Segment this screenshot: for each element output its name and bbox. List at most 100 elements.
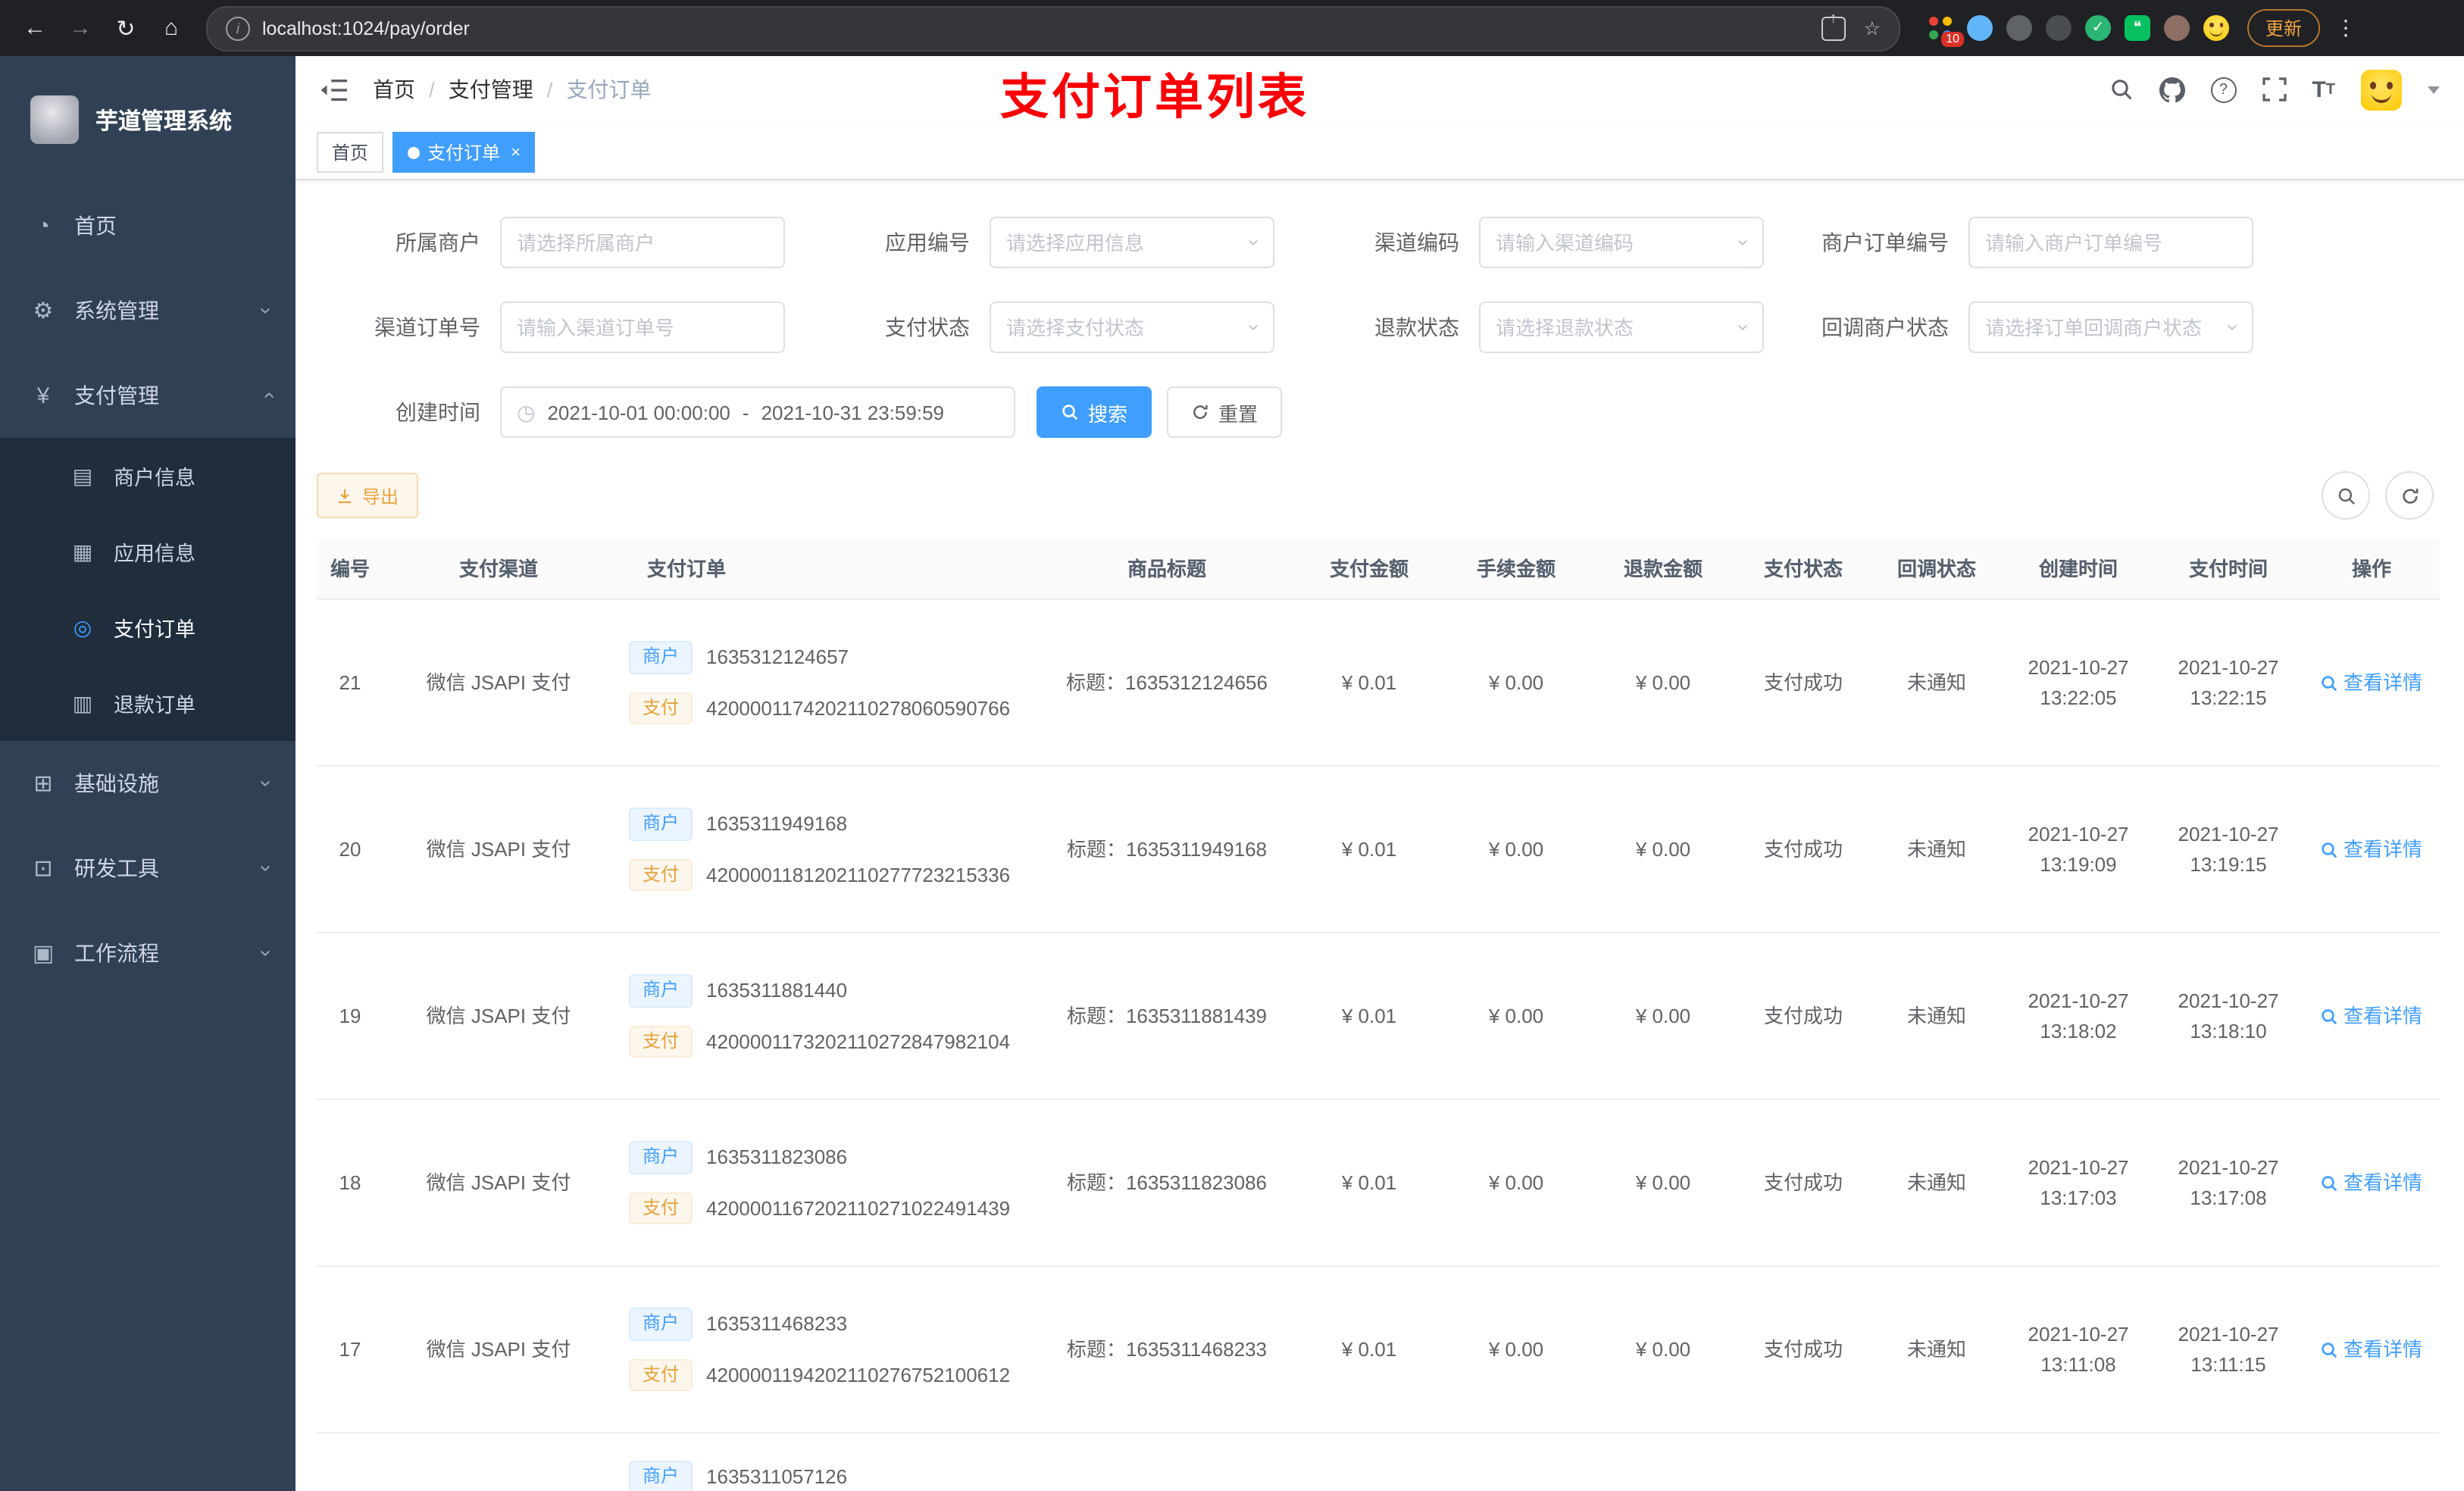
address-bar[interactable]: i localhost:1024/pay/order ↑ ☆ — [206, 5, 1900, 51]
cell-pay-time: 2021-10-27 13:18:10 — [2178, 989, 2279, 1042]
sidebar-item-label: 支付管理 — [74, 383, 159, 408]
date-separator: - — [742, 401, 749, 424]
search-button[interactable]: 搜索 — [1037, 386, 1152, 438]
profile-avatar-icon[interactable] — [2203, 15, 2229, 41]
refund-status-input[interactable] — [1496, 316, 1747, 339]
forward-icon[interactable]: → — [61, 8, 100, 48]
user-dropdown-caret[interactable] — [2428, 86, 2440, 93]
browser-menu-icon[interactable]: ⋮ — [2326, 15, 2366, 41]
refresh-table-button[interactable] — [2385, 471, 2434, 520]
extension-pin-icon[interactable] — [2164, 15, 2190, 41]
channel-order-no-field[interactable] — [500, 302, 785, 353]
sidebar-item-label: 退款订单 — [114, 694, 195, 717]
extension-blue-icon[interactable] — [1967, 15, 1993, 41]
column-header: 编号 — [330, 558, 370, 581]
channel-code-select[interactable]: › — [1479, 217, 1764, 268]
cell-action: 查看详情 — [2303, 668, 2440, 698]
extension-dark-icon[interactable] — [2046, 15, 2072, 41]
sidebar-item-app-info[interactable]: ▦ 应用信息 — [0, 514, 295, 589]
date-end[interactable]: 2021-10-31 23:59:59 — [761, 401, 944, 424]
cell-create-time: 2021-10-27 13:17:03 — [2028, 1156, 2129, 1208]
tab-close-icon[interactable]: × — [511, 143, 521, 161]
toggle-search-button[interactable] — [2322, 471, 2370, 520]
app-select[interactable]: › — [990, 217, 1274, 268]
refresh-icon — [2402, 487, 2418, 503]
notify-status-input[interactable] — [1985, 316, 2237, 339]
github-icon[interactable] — [2159, 77, 2185, 102]
breadcrumb-payment[interactable]: 支付管理 — [449, 74, 533, 105]
reload-icon[interactable]: ↻ — [106, 8, 145, 48]
cell-pay-status: 支付成功 — [1763, 670, 1843, 694]
pay-status-input[interactable] — [1006, 316, 1258, 339]
app-select-input[interactable] — [1006, 231, 1258, 254]
sidebar-item-merchant-info[interactable]: ▤ 商户信息 — [0, 438, 295, 514]
breadcrumb-home[interactable]: 首页 — [373, 74, 415, 105]
logo-avatar — [30, 95, 79, 144]
view-detail-link[interactable]: 查看详情 — [2321, 1168, 2422, 1198]
merchant-order-no-input[interactable] — [1985, 231, 2237, 254]
tab-pay-order[interactable]: 支付订单 × — [392, 132, 536, 173]
home-icon[interactable]: ⌂ — [152, 8, 191, 48]
filter-label: 渠道编码 — [1374, 230, 1459, 255]
chevron-down-icon: › — [255, 307, 280, 314]
cell-title: 标题：1635312124656 — [1066, 670, 1268, 694]
bookmark-star-icon[interactable]: ☆ — [1864, 17, 1881, 39]
font-size-icon[interactable]: TT — [2312, 77, 2335, 102]
merchant-order-no-field[interactable] — [1968, 217, 2253, 268]
cell-title: 标题：1635311823086 — [1066, 1171, 1268, 1194]
tab-home[interactable]: 首页 — [317, 132, 384, 173]
cell-action: 查看详情 — [2303, 1168, 2440, 1198]
channel-order-no-input[interactable] — [517, 316, 768, 339]
site-info-icon[interactable]: i — [226, 16, 250, 40]
filter-label: 创建时间 — [396, 400, 480, 424]
filter-label: 回调商户状态 — [1821, 315, 1949, 339]
refund-status-select[interactable]: › — [1479, 302, 1764, 353]
cell-notify-status: 未通知 — [1906, 1337, 1966, 1361]
extension-dots-icon[interactable]: 10 — [1928, 15, 1964, 47]
user-avatar[interactable] — [2361, 69, 2402, 110]
filter-label: 退款状态 — [1374, 315, 1459, 339]
sidebar-item-infra[interactable]: ⊞ 基础设施 › — [0, 741, 295, 826]
reset-button[interactable]: 重置 — [1167, 386, 1283, 438]
filter-pay-status: 支付状态 › — [806, 302, 1296, 353]
column-header: 支付渠道 — [458, 558, 538, 581]
export-button[interactable]: 导出 — [317, 473, 419, 518]
share-icon[interactable]: ↑ — [1821, 10, 1846, 40]
date-range-picker[interactable]: ◷ 2021-10-01 00:00:00 - 2021-10-31 23:59… — [500, 386, 1015, 438]
browser-update-button[interactable]: 更新 — [2247, 9, 2321, 47]
table-row: 19 微信 JSAPI 支付 商户 1635311881440 支付 42000011… — [317, 933, 2440, 1100]
sidebar-item-payment[interactable]: ¥ 支付管理 › — [0, 353, 295, 438]
cell-notify-status: 未通知 — [1906, 837, 1966, 861]
fullscreen-icon[interactable] — [2262, 77, 2287, 102]
merchant-order-no: 1635311949168 — [706, 811, 848, 835]
sidebar-item-system[interactable]: ⚙ 系统管理 › — [0, 268, 295, 353]
notify-status-select[interactable]: › — [1968, 302, 2253, 353]
view-detail-link[interactable]: 查看详情 — [2321, 1335, 2422, 1364]
sidebar-item-refund-order[interactable]: ▥ 退款订单 — [0, 665, 295, 741]
merchant-order-no: 1635311823086 — [706, 1145, 848, 1168]
back-icon[interactable]: ← — [15, 8, 55, 48]
view-detail-link[interactable]: 查看详情 — [2321, 1002, 2422, 1031]
search-icon[interactable] — [2109, 77, 2133, 102]
help-icon[interactable]: ? — [2210, 77, 2237, 102]
date-start[interactable]: 2021-10-01 00:00:00 — [547, 401, 730, 424]
url-text[interactable]: localhost:1024/pay/order — [262, 17, 470, 39]
sidebar-item-workflow[interactable]: ▣ 工作流程 › — [0, 911, 295, 996]
merchant-select[interactable] — [500, 217, 785, 268]
gear-icon: ⚙ — [33, 299, 54, 324]
cell-title: 标题：1635311881439 — [1066, 1004, 1268, 1027]
sidebar-fold-icon[interactable] — [320, 77, 349, 102]
extension-chat-icon[interactable]: ❝ — [2125, 15, 2150, 41]
clock-icon: ◷ — [517, 399, 536, 424]
merchant-select-input[interactable] — [517, 231, 768, 254]
sidebar-item-pay-order[interactable]: ◎ 支付订单 — [0, 589, 295, 665]
view-detail-link[interactable]: 查看详情 — [2321, 668, 2422, 698]
extension-green-check-icon[interactable]: ✓ — [2085, 15, 2111, 41]
channel-code-input[interactable] — [1496, 231, 1747, 254]
sidebar-item-devtools[interactable]: ⊡ 研发工具 › — [0, 826, 295, 911]
extension-gray-icon[interactable] — [2006, 15, 2032, 41]
pay-status-select[interactable]: › — [990, 302, 1274, 353]
sidebar-item-label: 应用信息 — [114, 542, 195, 565]
view-detail-link[interactable]: 查看详情 — [2321, 835, 2422, 864]
sidebar-item-home[interactable]: ◔ 首页 — [0, 183, 295, 268]
